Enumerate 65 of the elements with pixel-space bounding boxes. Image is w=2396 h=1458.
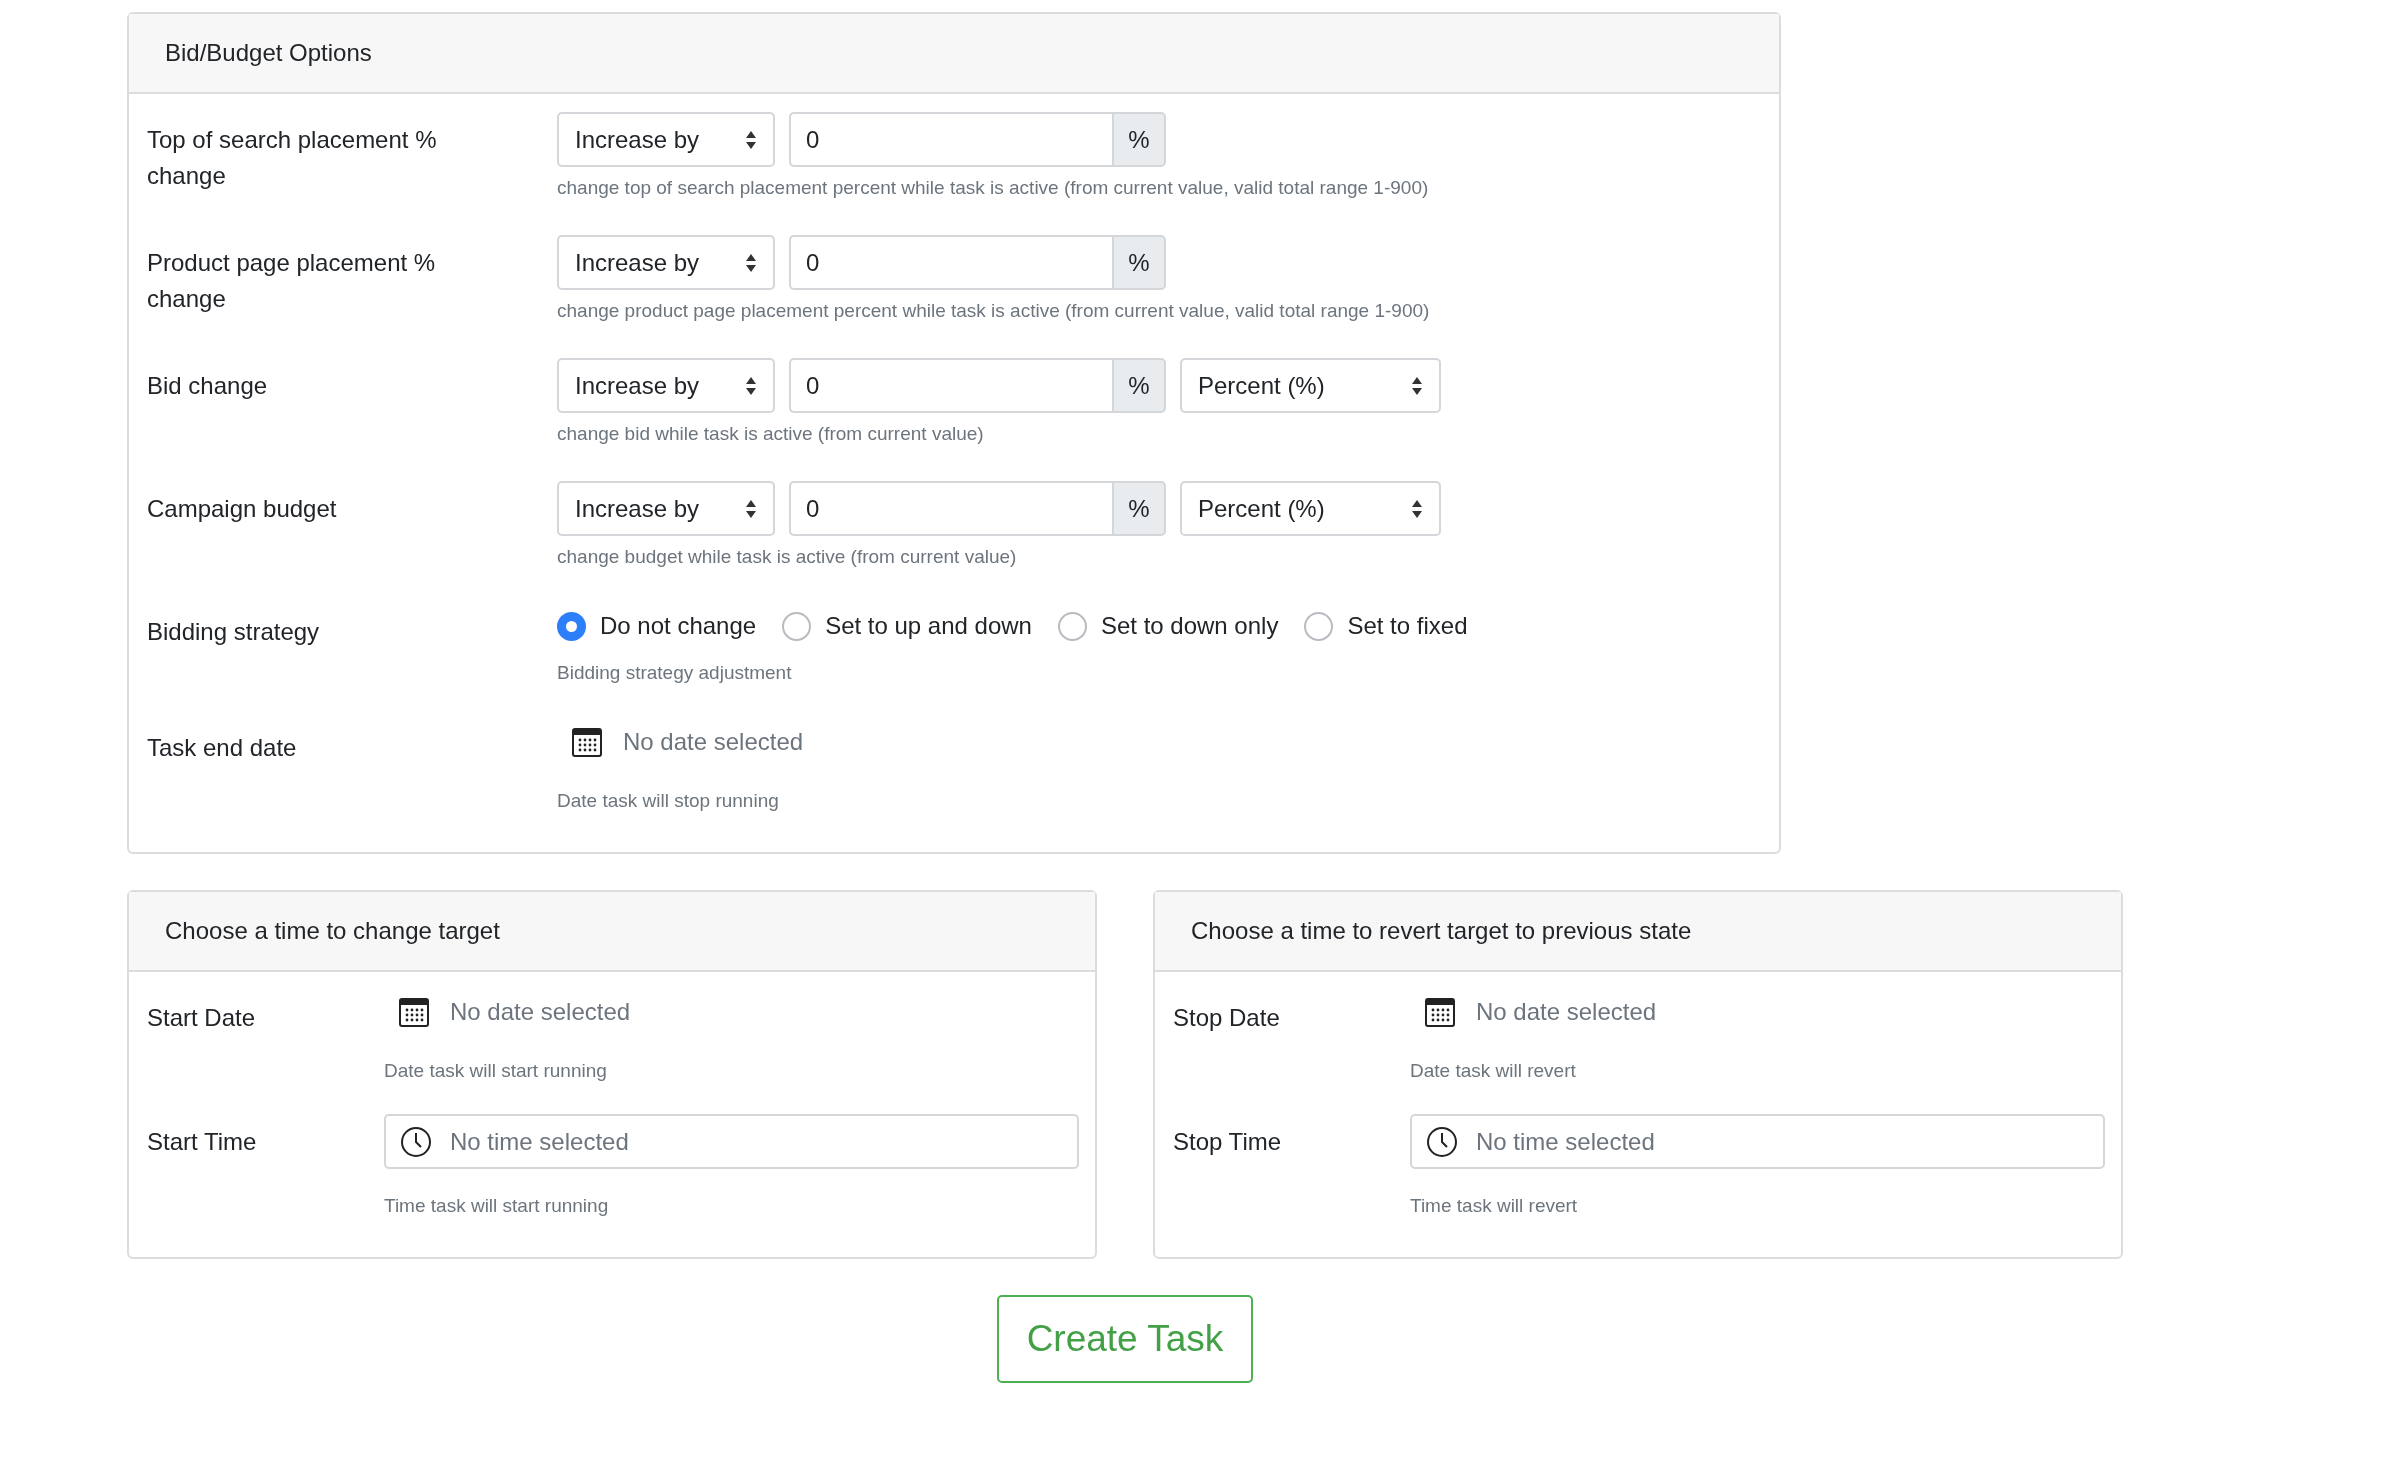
calendar-icon [571, 726, 603, 758]
field-label: Campaign budget [147, 494, 338, 524]
field-label: Start Time [147, 1127, 258, 1157]
unit-addon: % [1112, 358, 1166, 413]
mode-select[interactable]: Increase by [557, 481, 775, 536]
radio-label: Set to up and down [825, 612, 1032, 640]
time-field[interactable]: No time selected [1410, 1114, 2105, 1169]
card-header: Choose a time to revert target to previous state [1155, 892, 2121, 972]
help-text: Time task will revert [1410, 1195, 1578, 1217]
radio-option[interactable]: Set to down only [1057, 611, 1279, 641]
radio-label: Set to fixed [1347, 612, 1468, 640]
field-label: Task end date [147, 733, 298, 763]
field-label: Product page placement % change [147, 248, 437, 314]
unit-addon: % [1112, 481, 1166, 536]
field-label: Start Date [147, 1003, 257, 1033]
radio-button[interactable] [557, 611, 586, 641]
amount-input[interactable]: 0 [789, 481, 1112, 536]
amount-input[interactable]: 0 [789, 358, 1112, 413]
date-picker[interactable]: No date selected [1410, 990, 1657, 1034]
clock-icon [400, 1125, 432, 1158]
card-header: Choose a time to change target [129, 892, 1095, 972]
field-label: Top of search placement % change [147, 125, 438, 191]
time-field[interactable]: No time selected [384, 1114, 1079, 1169]
help-text: change bid while task is active (from current value) [557, 423, 984, 445]
unit-type-select[interactable]: Percent (%) [1180, 481, 1441, 536]
calendar-icon [398, 996, 430, 1028]
field-label: Stop Date [1173, 1003, 1281, 1033]
help-text: change product page placement percent while task is active (from current value, valid total range 1-900) [557, 300, 1430, 322]
sort-caret-icon [745, 129, 757, 150]
unit-type-select[interactable]: Percent (%) [1180, 358, 1441, 413]
unit-addon: % [1112, 112, 1166, 167]
help-text: change budget while task is active (from current value) [557, 546, 1017, 568]
sort-caret-icon [745, 252, 757, 273]
radio-option[interactable]: Set to fixed [1304, 611, 1468, 641]
help-text: Date task will revert [1410, 1060, 1576, 1082]
sort-caret-icon [1411, 498, 1423, 519]
unit-addon: % [1112, 235, 1166, 290]
sort-caret-icon [1411, 375, 1423, 396]
radio-button[interactable] [1057, 611, 1087, 641]
help-text: Date task will start running [384, 1060, 607, 1082]
amount-input[interactable]: 0 [789, 112, 1112, 167]
help-text: Bidding strategy adjustment [557, 662, 792, 684]
radio-button[interactable] [1304, 611, 1334, 641]
radio-label: Do not change [600, 612, 757, 640]
field-label: Bid change [147, 371, 269, 401]
mode-select[interactable]: Increase by [557, 358, 775, 413]
field-label: Stop Time [1173, 1127, 1283, 1157]
amount-input[interactable]: 0 [789, 235, 1112, 290]
sort-caret-icon [745, 375, 757, 396]
radio-option[interactable]: Do not change [557, 611, 757, 641]
field-label: Bidding strategy [147, 617, 321, 647]
radio-option[interactable]: Set to up and down [782, 611, 1032, 641]
clock-icon [1426, 1125, 1458, 1158]
help-text: Time task will start running [384, 1195, 609, 1217]
help-text: change top of search placement percent while task is active (from current value, valid total range 1-900) [557, 177, 1429, 199]
radio-label: Set to down only [1100, 612, 1279, 640]
date-picker[interactable]: No date selected [384, 990, 631, 1034]
calendar-icon [1424, 996, 1456, 1028]
date-picker[interactable]: No date selected [557, 720, 804, 764]
radio-button[interactable] [782, 611, 812, 641]
help-text: Date task will stop running [557, 790, 779, 812]
sort-caret-icon [745, 498, 757, 519]
mode-select[interactable]: Increase by [557, 235, 775, 290]
mode-select[interactable]: Increase by [557, 112, 775, 167]
card-header: Bid/Budget Options [129, 14, 1779, 94]
